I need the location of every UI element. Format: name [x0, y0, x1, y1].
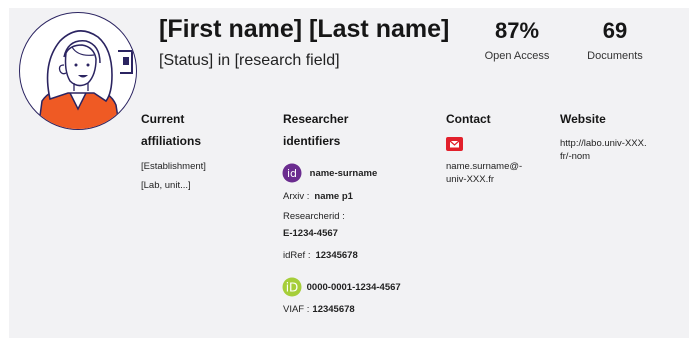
affiliation-establishment[interactable]: [Establishment] — [141, 161, 206, 172]
documents-value: 69 — [602, 18, 628, 43]
profile-name: [First name] [Last name] — [159, 15, 450, 43]
identifiers-title: Researcher identifiers — [283, 108, 348, 152]
contact-email-line2: univ-XXX.fr — [446, 174, 495, 185]
svg-text:iD: iD — [286, 281, 299, 295]
orcid-value: 0000-0001-1234-4567 — [306, 281, 401, 293]
website-url-line2: fr/-nom — [560, 151, 591, 162]
documents-stat[interactable]: 69 Documents — [570, 18, 660, 62]
website-url-line1: http://labo.univ-XXX. — [560, 138, 647, 149]
open-access-label: Open Access — [484, 50, 550, 62]
avatar — [19, 12, 137, 130]
researcherid-label: Researcherid : — [283, 211, 345, 222]
arxiv-row[interactable]: Arxiv : name p1 — [283, 191, 353, 202]
identifiers-title-line1: Researcher — [283, 112, 349, 126]
contact-email[interactable]: name.surname@- univ-XXX.fr — [446, 160, 522, 186]
svg-text:id: id — [287, 167, 297, 180]
profile-status: [Status] in [research field] — [159, 52, 340, 69]
affiliations-title-line1: Current — [141, 112, 185, 126]
affiliation-lab[interactable]: [Lab, unit...] — [141, 180, 191, 191]
contact-email-line1: name.surname@- — [446, 161, 523, 172]
mail-icon[interactable] — [446, 137, 463, 151]
orcid-row[interactable]: iD 0000-0001-1234-4567 — [282, 277, 401, 297]
researcherid-value[interactable]: E-1234-4567 — [283, 228, 338, 239]
idhal-icon: id — [282, 163, 302, 183]
arxiv-value: name p1 — [314, 191, 353, 202]
documents-label: Documents — [587, 50, 643, 62]
affiliations-title: Current affiliations — [141, 108, 201, 152]
arxiv-label: Arxiv : — [283, 191, 310, 202]
idref-label: idRef : — [283, 250, 311, 261]
contact-title: Contact — [446, 112, 491, 126]
idref-row[interactable]: idRef : 12345678 — [283, 250, 358, 261]
viaf-value: 12345678 — [312, 304, 355, 315]
idref-value: 12345678 — [315, 250, 358, 261]
website-title: Website — [560, 112, 606, 126]
affiliations-title-line2: affiliations — [141, 134, 202, 148]
open-access-stat: 87% Open Access — [472, 18, 562, 62]
viaf-label: VIAF : — [283, 304, 310, 315]
website-url[interactable]: http://labo.univ-XXX. fr/-nom — [560, 137, 647, 163]
identifiers-title-line2: identifiers — [283, 134, 341, 148]
orcid-icon: iD — [282, 277, 302, 297]
idhal-row[interactable]: id name-surname — [282, 163, 377, 183]
idhal-value: name-surname — [309, 167, 378, 179]
open-access-value: 87% — [494, 18, 540, 43]
viaf-row[interactable]: VIAF :12345678 — [283, 304, 355, 315]
